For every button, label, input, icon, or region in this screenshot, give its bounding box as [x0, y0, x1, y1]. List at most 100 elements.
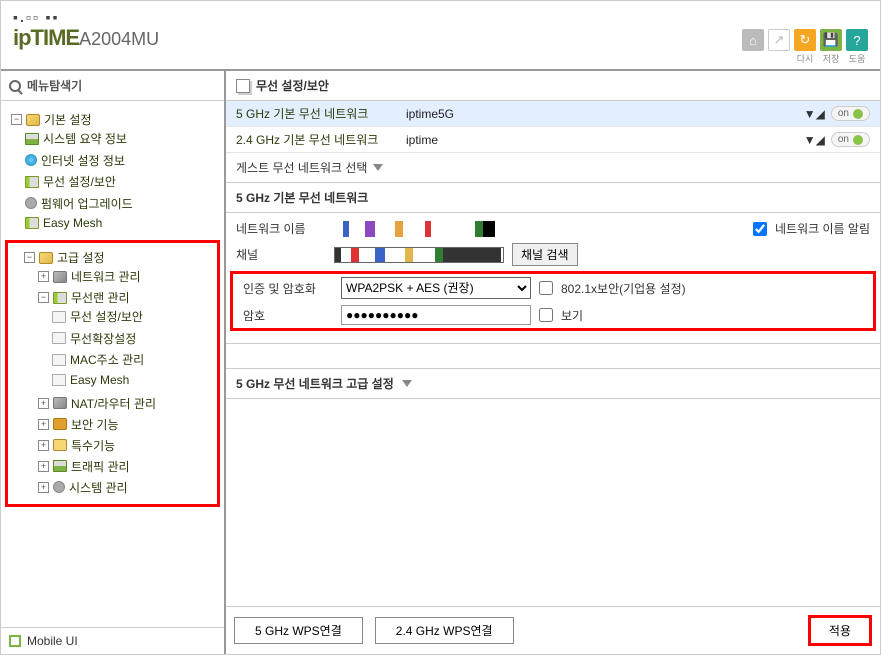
tree-item-summary[interactable]: 시스템 요약 정보: [25, 130, 127, 147]
advanced-section-toggle[interactable]: 5 GHz 무선 네트워크 고급 설정: [226, 368, 880, 399]
header: ▪.▫▫ ▪▪ ipTIMEA2004MU ⌂ ↗ ↻다시 💾저장 ?도움: [1, 1, 880, 71]
toggle-5g[interactable]: on: [831, 106, 870, 121]
reload-icon[interactable]: ↻: [794, 29, 816, 51]
tree-item-label: Easy Mesh: [70, 373, 129, 387]
expand-icon[interactable]: +: [38, 271, 49, 282]
tree-item-nat[interactable]: +NAT/라우터 관리: [38, 395, 156, 412]
tree-item-label: 보안 기능: [71, 416, 119, 433]
network-row-5g[interactable]: 5 GHz 기본 무선 네트워크 iptime5G ▼◢ on: [226, 101, 880, 127]
save-icon[interactable]: 💾: [820, 29, 842, 51]
brand-logo: ipTIMEA2004MU: [13, 25, 868, 51]
mobile-ui-label: Mobile UI: [27, 634, 78, 648]
network-24g-ssid: iptime: [406, 133, 804, 147]
gear-icon: [25, 197, 37, 209]
guest-label: 게스트 무선 네트워크 선택: [236, 159, 367, 176]
ssid-label: 네트워크 이름: [236, 220, 326, 237]
channel-select[interactable]: [334, 247, 504, 263]
expand-icon[interactable]: +: [38, 461, 49, 472]
broadcast-label: 네트워크 이름 알림: [775, 220, 870, 237]
tree-item-special[interactable]: + 특수기능: [38, 437, 115, 454]
network-list: 5 GHz 기본 무선 네트워크 iptime5G ▼◢ on 2.4 GHz …: [226, 101, 880, 153]
apply-button[interactable]: 적용: [808, 615, 872, 646]
channel-search-button[interactable]: 채널 검색: [512, 243, 578, 266]
mesh-icon: [25, 217, 39, 229]
network-5g-ssid: iptime5G: [406, 107, 804, 121]
dot1x-label: 802.1x보안(기업용 설정): [561, 280, 686, 297]
wps-24g-button[interactable]: 2.4 GHz WPS연결: [375, 617, 514, 644]
tree-item-easymesh-adv[interactable]: Easy Mesh: [52, 373, 129, 387]
show-password-checkbox[interactable]: [539, 308, 553, 322]
tree-item-traffic[interactable]: + 트래픽 관리: [38, 458, 130, 475]
toggle-label: on: [838, 134, 849, 145]
tree-item-label: 네트워크 관리: [71, 268, 141, 285]
wifi-icon: [53, 292, 67, 304]
section-5g-title: 5 GHz 기본 무선 네트워크: [226, 183, 880, 213]
tree-item-wireless[interactable]: 무선 설정/보안: [25, 173, 116, 190]
toggle-24g[interactable]: on: [831, 132, 870, 147]
ssid-input[interactable]: [334, 221, 504, 237]
tree-item-network-mgmt[interactable]: + 네트워크 관리: [38, 268, 141, 285]
page-icon: [236, 79, 250, 93]
expand-icon[interactable]: +: [38, 419, 49, 430]
wps-5g-button[interactable]: 5 GHz WPS연결: [234, 617, 363, 644]
broadcast-checkbox[interactable]: [753, 222, 767, 236]
tree-item-wlan-security[interactable]: 무선 설정/보안: [52, 308, 143, 325]
filter-icon[interactable]: ▼◢: [804, 107, 825, 121]
tree-item-easymesh[interactable]: Easy Mesh: [25, 216, 102, 230]
tree-advanced-settings[interactable]: − 고급 설정: [24, 249, 105, 266]
search-icon: [9, 80, 21, 92]
tree-basic-settings[interactable]: − 기본 설정: [11, 111, 92, 128]
reload-label: 다시: [797, 52, 814, 65]
password-input[interactable]: [341, 305, 531, 325]
collapse-icon[interactable]: −: [38, 292, 49, 303]
page-icon: [52, 374, 66, 386]
tree-item-label: MAC주소 관리: [70, 351, 144, 368]
network-24g-label: 2.4 GHz 기본 무선 네트워크: [236, 131, 406, 148]
tree-item-label: 무선확장설정: [70, 330, 136, 347]
wireless-form: 네트워크 이름 네트워크 이름 알림 채널 채널 검색 인증 및 암호화 WP: [226, 213, 880, 344]
show-password-label: 보기: [561, 307, 583, 324]
help-icon[interactable]: ?: [846, 29, 868, 51]
tree-item-internet[interactable]: 인터넷 설정 정보: [25, 152, 125, 169]
filter-icon[interactable]: ▼◢: [804, 133, 825, 147]
highlight-box-sidebar: − 고급 설정 + 네트워크 관리 −무선랜 관리 무선 설정/보안 무선확장설정: [5, 240, 220, 507]
app-window: ▪.▫▫ ▪▪ ipTIMEA2004MU ⌂ ↗ ↻다시 💾저장 ?도움 메뉴…: [0, 0, 881, 655]
dot1x-checkbox[interactable]: [539, 281, 553, 295]
tree-item-label: 펌웨어 업그레이드: [41, 195, 133, 212]
tree-item-label: 무선 설정/보안: [43, 173, 116, 190]
export-icon[interactable]: ↗: [768, 29, 790, 51]
collapse-icon[interactable]: −: [11, 114, 22, 125]
logo-dots-icon: ▪.▫▫ ▪▪: [13, 9, 868, 25]
network-icon: [53, 271, 67, 283]
expand-icon[interactable]: +: [38, 482, 49, 493]
folder-icon: [39, 252, 53, 264]
chart-icon: [25, 133, 39, 145]
mobile-ui-link[interactable]: Mobile UI: [1, 627, 224, 654]
chevron-down-icon: [373, 164, 383, 171]
tree-item-firmware[interactable]: 펌웨어 업그레이드: [25, 195, 133, 212]
home-icon[interactable]: ⌂: [742, 29, 764, 51]
chevron-down-icon: [402, 380, 412, 387]
network-row-24g[interactable]: 2.4 GHz 기본 무선 네트워크 iptime ▼◢ on: [226, 127, 880, 153]
tree-item-system[interactable]: + 시스템 관리: [38, 479, 128, 496]
tree-item-label: 시스템 요약 정보: [43, 130, 127, 147]
status-dot-icon: [853, 135, 863, 145]
tree-item-wlan-mgmt[interactable]: −무선랜 관리: [38, 289, 130, 306]
router-icon: [53, 397, 67, 409]
page-icon: [52, 332, 66, 344]
tree-item-label: 특수기능: [71, 437, 115, 454]
guest-network-selector[interactable]: 게스트 무선 네트워크 선택: [226, 153, 880, 183]
tree-item-label: 인터넷 설정 정보: [41, 152, 125, 169]
sidebar: 메뉴탐색기 − 기본 설정 시스템 요약 정보 인터넷 설정 정보 무선 설정/…: [1, 71, 226, 654]
expand-icon[interactable]: +: [38, 440, 49, 451]
auth-select[interactable]: WPA2PSK + AES (권장): [341, 277, 531, 299]
tree-item-security[interactable]: + 보안 기능: [38, 416, 119, 433]
tree-item-label: 트래픽 관리: [71, 458, 130, 475]
collapse-icon[interactable]: −: [24, 252, 35, 263]
tree-item-mac-mgmt[interactable]: MAC주소 관리: [52, 351, 144, 368]
main-spacer: [226, 399, 880, 606]
expand-icon[interactable]: +: [38, 398, 49, 409]
tree-item-label: 시스템 관리: [69, 479, 128, 496]
tree-label-text: 고급 설정: [57, 249, 105, 266]
tree-item-wlan-extend[interactable]: 무선확장설정: [52, 330, 136, 347]
